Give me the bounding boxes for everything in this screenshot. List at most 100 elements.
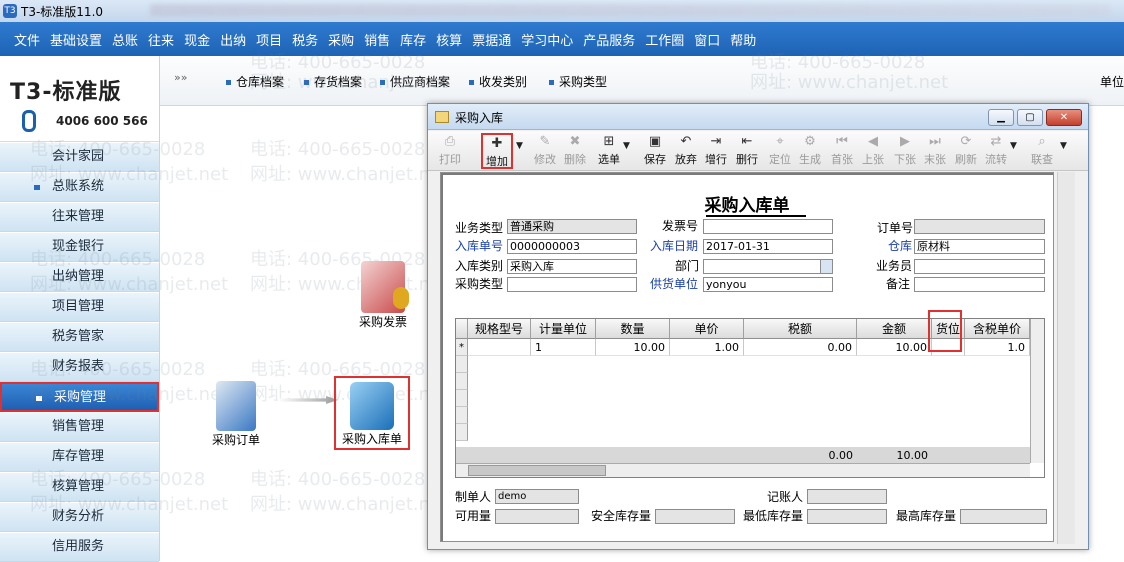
menu-services[interactable]: 产品服务 [583,30,635,49]
link-supplier-archive[interactable]: 供应商档案 [380,73,450,90]
toolbar-button[interactable]: ⌖ 定位 [764,133,796,169]
dropdown-arrow-icon[interactable]: ▼ [516,141,523,151]
dept-lookup-icon[interactable] [820,260,832,273]
link-inventory-archive[interactable]: 存货档案 [304,73,362,90]
link-unit[interactable]: 单位 [1100,73,1124,90]
menu-sales[interactable]: 销售 [364,30,390,49]
sidebar-item[interactable]: 项目管理 [0,292,159,322]
toolbar-button[interactable]: ⚙ 生成 [794,133,826,169]
order-no-field[interactable] [914,219,1045,234]
sidebar-item[interactable]: 现金银行 [0,232,159,262]
warehouse-field[interactable]: 原材料 [914,239,1045,254]
menu-purchase[interactable]: 采购 [328,30,354,49]
toolbar-button[interactable]: ✖ 删除 [559,133,591,169]
toolbar-button[interactable]: ⏭ 末张 [919,133,951,169]
close-button[interactable]: ✕ [1046,109,1082,126]
grid-horizontal-scrollbar[interactable] [456,463,1030,477]
toolbar-button[interactable]: ◀ 上张 [857,133,889,169]
sidebar-item[interactable]: 财务报表 [0,352,159,382]
toolbar-button[interactable]: ⇄ 流转 [980,133,1012,169]
scroll-thumb[interactable] [468,465,606,476]
sidebar-item[interactable]: 信用服务 [0,532,159,562]
table-cell[interactable]: 10.00 [596,339,670,356]
sidebar-item[interactable]: 采购管理 [0,382,159,412]
toolbar-button[interactable]: ⌕ 联查 [1026,133,1058,169]
toolbar-button[interactable]: ⎙ 打印 [434,133,466,169]
toolbar-button[interactable]: ✚ 增加 [481,133,513,169]
invoice-no-field[interactable] [703,219,833,234]
menu-accounts[interactable]: 往来 [148,30,174,49]
sidebar-item[interactable]: 会计家园 [0,142,159,172]
sidebar-item[interactable]: 核算管理 [0,472,159,502]
toolbar-button[interactable]: ⏮ 首张 [826,133,858,169]
toolbar-button[interactable]: ▣ 保存 [639,133,671,169]
menu-project[interactable]: 项目 [256,30,282,49]
menu-window[interactable]: 窗口 [694,30,720,49]
column-header[interactable]: 计量单位 [531,319,596,339]
table-cell[interactable]: 0.00 [744,339,857,356]
window-titlebar[interactable]: 采购入库 ▁ ▢ ✕ [428,104,1088,130]
column-header[interactable]: 规格型号 [468,319,531,339]
note-field[interactable] [914,277,1045,292]
toolbar-button[interactable]: ✎ 修改 [529,133,561,169]
supplier-field[interactable]: yonyou [703,277,833,292]
dropdown-arrow-icon[interactable]: ▼ [623,141,630,151]
grid-vertical-scrollbar[interactable] [1030,319,1044,463]
menu-bills[interactable]: 票据通 [472,30,511,49]
in-no-field[interactable]: 0000000003 [507,239,637,254]
menu-inventory[interactable]: 库存 [400,30,426,49]
toolbar-button[interactable]: ⟳ 刷新 [950,133,982,169]
sidebar-item[interactable]: 出纳管理 [0,262,159,292]
menu-tax[interactable]: 税务 [292,30,318,49]
toolbar-button[interactable]: ⇤ 删行 [731,133,763,169]
sidebar-item[interactable]: 往来管理 [0,202,159,232]
menu-ledger[interactable]: 总账 [112,30,138,49]
flow-purchase-order[interactable]: 采购订单 [205,381,267,448]
sidebar-item[interactable]: 税务管家 [0,322,159,352]
sidebar-item[interactable]: 财务分析 [0,502,159,532]
column-header[interactable]: 单价 [670,319,744,339]
menu-help[interactable]: 帮助 [730,30,756,49]
dropdown-arrow-icon[interactable]: ▼ [1060,141,1067,151]
flow-purchase-receipt[interactable]: 采购入库单 [334,376,410,450]
table-cell[interactable]: 1.0 [965,339,1030,356]
sidebar-item[interactable]: 库存管理 [0,442,159,472]
toolbar-button[interactable]: ↶ 放弃 [670,133,702,169]
menu-basic-settings[interactable]: 基础设置 [50,30,102,49]
minimize-button[interactable]: ▁ [988,109,1014,126]
link-io-category[interactable]: 收发类别 [469,73,527,90]
maximize-button[interactable]: ▢ [1017,109,1043,126]
column-header[interactable]: 含税单价 [965,319,1030,339]
in-type-field[interactable]: 采购入库 [507,259,637,274]
menu-costing[interactable]: 核算 [436,30,462,49]
link-warehouse-archive[interactable]: 仓库档案 [226,73,284,90]
clerk-field[interactable] [914,259,1045,274]
sidebar-item[interactable]: 销售管理 [0,412,159,442]
dropdown-arrow-icon[interactable]: ▼ [1010,141,1017,151]
table-cell[interactable]: 1 [531,339,596,356]
toolbar-button[interactable]: ▶ 下张 [889,133,921,169]
column-header[interactable]: 数量 [596,319,670,339]
menu-cash[interactable]: 现金 [184,30,210,49]
biz-type-field[interactable]: 普通采购 [507,219,637,234]
table-cell[interactable] [468,339,531,356]
table-cell[interactable]: 10.00 [857,339,932,356]
toolbar-button[interactable]: ⊞ 选单 [593,133,625,169]
link-purchase-type[interactable]: 采购类型 [549,73,607,90]
document-vertical-scrollbar[interactable] [1057,172,1075,544]
sidebar-item[interactable]: 总账系统 [0,172,159,202]
dept-field[interactable] [703,259,833,274]
collapse-chevron-icon[interactable]: »» [174,71,187,84]
table-cell[interactable]: 1.00 [670,339,744,356]
menu-file[interactable]: 文件 [14,30,40,49]
menu-cashier[interactable]: 出纳 [220,30,246,49]
menu-learning[interactable]: 学习中心 [521,30,573,49]
menu-workcircle[interactable]: 工作圈 [645,30,684,49]
in-date-field[interactable]: 2017-01-31 [703,239,833,254]
column-header[interactable]: 金额 [857,319,932,339]
flow-purchase-invoice[interactable]: 采购发票 [353,261,413,330]
new-row-marker[interactable]: * [456,339,468,356]
purchase-type-field[interactable] [507,277,637,292]
toolbar-button[interactable]: ⇥ 增行 [700,133,732,169]
column-header[interactable]: 税额 [744,319,857,339]
